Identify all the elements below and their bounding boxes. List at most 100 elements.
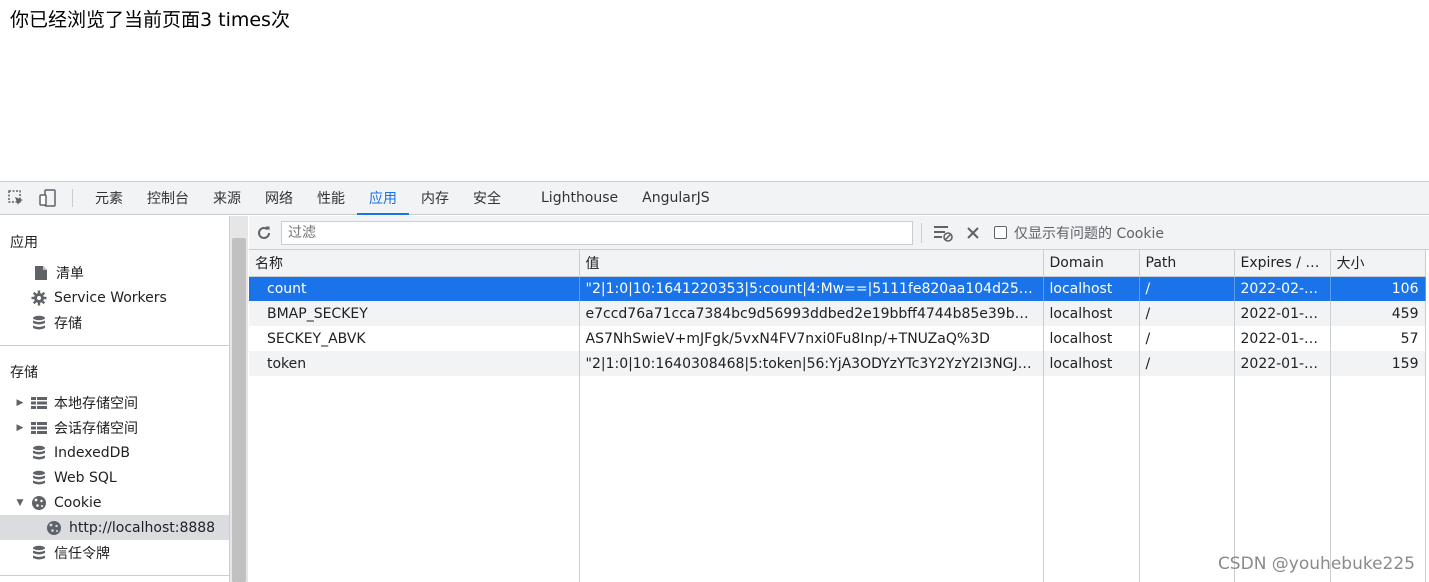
sidebar-item-local-storage[interactable]: ▶ 本地存储空间: [0, 390, 229, 415]
column-header-domain[interactable]: Domain: [1043, 250, 1140, 277]
table-row[interactable]: BMAP_SECKEY e7ccd76a71cca7384bc9d56993dd…: [249, 301, 1426, 326]
tab-sources[interactable]: 来源: [201, 182, 253, 214]
cookies-panel: 仅显示有问题的 Cookie 名称 值 Domain Path Expires …: [249, 216, 1429, 582]
database-icon: [30, 314, 48, 332]
sidebar-item-label: Web SQL: [54, 469, 117, 486]
filter-input[interactable]: [281, 220, 913, 245]
cookie-name: BMAP_SECKEY: [249, 301, 580, 326]
cookie-path: /: [1139, 351, 1235, 376]
cookie-value: "2|1:0|10:1640308468|5:token|56:YjA3ODYz…: [579, 351, 1044, 376]
delete-all-icon[interactable]: [958, 218, 988, 248]
cookie-path: /: [1139, 301, 1235, 326]
page-visit-text: 你已经浏览了当前页面3 times次: [10, 9, 290, 31]
cookie-path: /: [1139, 326, 1235, 351]
sidebar-item-label: 存储: [54, 315, 82, 332]
column-header-name[interactable]: 名称: [249, 250, 580, 277]
cookie-domain: localhost: [1043, 326, 1140, 351]
watermark: CSDN @youhebuke225: [1217, 554, 1415, 574]
sidebar-item-label: 清单: [56, 265, 84, 282]
cookies-toolbar: 仅显示有问题的 Cookie: [249, 216, 1429, 250]
sidebar-item-storage[interactable]: 存储: [0, 310, 229, 335]
cookie-value: "2|1:0|10:1641220353|5:count|4:Mw==|5111…: [579, 276, 1044, 301]
file-icon: [32, 264, 50, 282]
sidebar-item-cookie-origin[interactable]: http://localhost:8888: [0, 515, 229, 540]
sidebar-item-label: 会话存储空间: [54, 420, 138, 437]
expand-arrow-icon[interactable]: ▶: [14, 398, 26, 408]
database-icon: [30, 544, 48, 562]
only-issues-checkbox[interactable]: [994, 226, 1007, 239]
column-header-path[interactable]: Path: [1139, 250, 1235, 277]
grid-table-icon: [30, 419, 48, 437]
inspect-element-icon[interactable]: [0, 182, 32, 214]
cookies-table: 名称 值 Domain Path Expires / M... 大小 count…: [249, 250, 1426, 582]
cookie-value: e7ccd76a71cca7384bc9d56993ddbed2e19bbff4…: [579, 301, 1044, 326]
toolbar-divider: [72, 189, 73, 207]
sidebar-item-cookies[interactable]: ▼ Cookie: [0, 490, 229, 515]
sidebar-section-application: 应用: [10, 235, 38, 251]
cookie-name: count: [249, 276, 580, 301]
sidebar-item-label: Service Workers: [54, 289, 167, 306]
tab-elements[interactable]: 元素: [83, 182, 135, 214]
collapse-arrow-icon[interactable]: ▼: [14, 498, 26, 508]
table-row[interactable]: SECKEY_ABVK AS7NhSwieV+mJFgk/5vxN4FV7nxi…: [249, 326, 1426, 351]
cookie-domain: localhost: [1043, 276, 1140, 301]
cookie-expires: 2022-02-0...: [1234, 276, 1331, 301]
sidebar-item-trust-tokens[interactable]: 信任令牌: [0, 540, 229, 565]
cookie-value: AS7NhSwieV+mJFgk/5vxN4FV7nxi0Fu8Inp/+TNU…: [579, 326, 1044, 351]
cookie-name: SECKEY_ABVK: [249, 326, 580, 351]
cookie-domain: localhost: [1043, 351, 1140, 376]
tab-angularjs[interactable]: AngularJS: [630, 182, 721, 214]
tab-console[interactable]: 控制台: [135, 182, 201, 214]
toolbar-divider: [921, 222, 922, 243]
cookie-expires: 2022-01-2...: [1234, 351, 1331, 376]
cookie-name: token: [249, 351, 580, 376]
sidebar-item-label: 本地存储空间: [54, 395, 138, 412]
tab-lighthouse[interactable]: Lighthouse: [529, 182, 630, 214]
cookie-expires: 2022-01-3...: [1234, 326, 1331, 351]
cookie-icon: [30, 494, 48, 512]
table-row[interactable]: token "2|1:0|10:1640308468|5:token|56:Yj…: [249, 351, 1426, 376]
gear-icon: [30, 289, 48, 307]
scrollbar-thumb[interactable]: [232, 238, 246, 582]
cookie-size: 106: [1330, 276, 1426, 301]
tab-application[interactable]: 应用: [357, 182, 409, 215]
tab-security[interactable]: 安全: [461, 182, 513, 214]
table-header-row: 名称 值 Domain Path Expires / M... 大小: [249, 250, 1426, 277]
sidebar-scrollbar[interactable]: [229, 216, 248, 582]
database-icon: [30, 444, 48, 462]
tab-memory[interactable]: 内存: [409, 182, 461, 214]
sidebar-item-web-sql[interactable]: Web SQL: [0, 465, 229, 490]
sidebar-section-storage: 存储: [10, 365, 38, 381]
sidebar-divider: [0, 575, 229, 576]
refresh-icon[interactable]: [249, 218, 279, 248]
database-icon: [30, 469, 48, 487]
cookie-domain: localhost: [1043, 301, 1140, 326]
device-toolbar-icon[interactable]: [32, 182, 64, 214]
clear-filtered-cookies-icon[interactable]: [928, 218, 958, 248]
cookie-path: /: [1139, 276, 1235, 301]
table-row[interactable]: count "2|1:0|10:1641220353|5:count|4:Mw=…: [249, 276, 1426, 301]
cookie-icon: [45, 519, 63, 537]
sidebar-item-service-workers[interactable]: Service Workers: [0, 285, 229, 310]
expand-arrow-icon[interactable]: ▶: [14, 423, 26, 433]
sidebar-item-label: IndexedDB: [54, 444, 130, 461]
column-header-expires[interactable]: Expires / M...: [1234, 250, 1331, 277]
devtools-panel: 元素 控制台 来源 网络 性能 应用 内存 安全 Lighthouse Angu…: [0, 181, 1429, 582]
only-issues-label: 仅显示有问题的 Cookie: [1014, 225, 1164, 242]
application-sidebar: 应用 清单 Service Workers 存储 存储 ▶ 本地存储空间 ▶ 会…: [0, 216, 229, 582]
sidebar-item-label: http://localhost:8888: [69, 519, 216, 536]
grid-table-icon: [30, 394, 48, 412]
sidebar-item-indexeddb[interactable]: IndexedDB: [0, 440, 229, 465]
cookie-size: 57: [1330, 326, 1426, 351]
sidebar-item-label: Cookie: [54, 494, 102, 511]
tab-performance[interactable]: 性能: [305, 182, 357, 214]
tab-network[interactable]: 网络: [253, 182, 305, 214]
cookie-size: 159: [1330, 351, 1426, 376]
devtools-tabbar: 元素 控制台 来源 网络 性能 应用 内存 安全 Lighthouse Angu…: [0, 182, 1429, 215]
sidebar-item-session-storage[interactable]: ▶ 会话存储空间: [0, 415, 229, 440]
sidebar-item-manifest[interactable]: 清单: [0, 260, 229, 285]
cookie-expires: 2022-01-3...: [1234, 301, 1331, 326]
column-header-size[interactable]: 大小: [1330, 250, 1426, 277]
column-header-value[interactable]: 值: [579, 250, 1044, 277]
table-empty-area: [249, 376, 1426, 582]
